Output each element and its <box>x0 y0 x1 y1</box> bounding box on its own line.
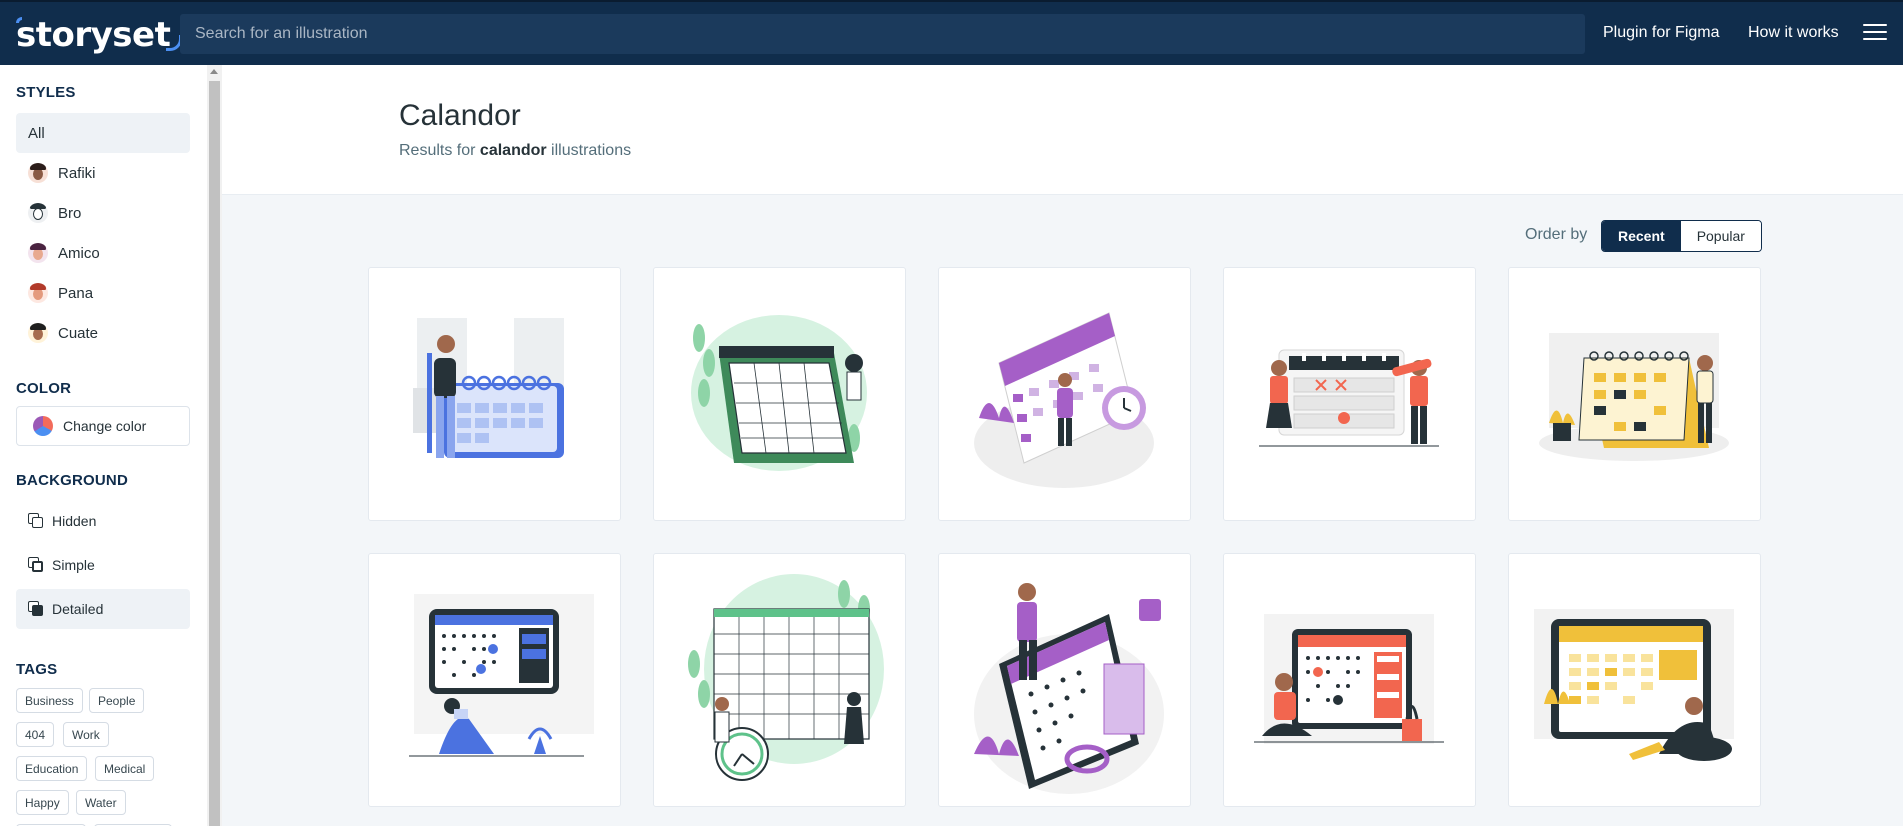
filters-sidebar: STYLES All Rafiki Bro Amico Pana Cuate C… <box>0 65 222 826</box>
logo-text: storyset <box>16 15 171 55</box>
tag-people[interactable]: People <box>89 688 145 713</box>
style-amico-label: Amico <box>58 244 100 262</box>
tag-work[interactable]: Work <box>63 722 109 747</box>
search-bar[interactable] <box>180 14 1585 54</box>
layers-filled-icon <box>28 601 44 617</box>
calendar-illustration-9 <box>1254 614 1444 744</box>
results-area: Calandor Results for calandor illustrati… <box>222 65 1903 826</box>
illustration-card[interactable] <box>653 553 906 807</box>
tag-water[interactable]: Water <box>76 790 126 815</box>
illustration-card[interactable] <box>1508 267 1761 521</box>
order-popular-button[interactable]: Popular <box>1680 221 1761 251</box>
change-color-button[interactable]: Change color <box>16 406 190 446</box>
page-title: Calandor <box>399 99 521 132</box>
style-pana[interactable]: Pana <box>16 273 190 313</box>
calendar-illustration-3 <box>974 312 1154 488</box>
search-input[interactable] <box>195 25 1585 43</box>
style-cuate-label: Cuate <box>58 324 99 342</box>
styles-heading: STYLES <box>16 84 76 101</box>
logo-accent-icon <box>16 17 22 23</box>
calendar-illustration-7 <box>688 574 884 781</box>
tag-404[interactable]: 404 <box>16 722 55 747</box>
illustration-card[interactable] <box>1223 267 1476 521</box>
tag-medical[interactable]: Medical <box>95 756 155 781</box>
color-heading: COLOR <box>16 380 72 397</box>
layers-icon <box>28 557 44 573</box>
order-by-label: Order by <box>1525 226 1588 243</box>
menu-icon[interactable] <box>1863 24 1887 44</box>
style-all-label: All <box>28 124 45 142</box>
background-simple[interactable]: Simple <box>16 545 190 585</box>
rafiki-avatar-icon <box>28 163 48 183</box>
results-header: Calandor Results for calandor illustrati… <box>222 65 1903 195</box>
style-rafiki[interactable]: Rafiki <box>16 153 190 193</box>
order-toggle: Recent Popular <box>1601 220 1762 252</box>
nav-plugin-for-figma[interactable]: Plugin for Figma <box>1603 24 1720 42</box>
change-color-label: Change color <box>63 418 147 434</box>
pana-avatar-icon <box>28 283 48 303</box>
illustration-card[interactable] <box>653 267 906 521</box>
style-all[interactable]: All <box>16 113 190 153</box>
background-detailed-label: Detailed <box>52 601 104 617</box>
calendar-illustration-2 <box>691 315 867 471</box>
search-term: calandor <box>479 142 547 159</box>
color-wheel-icon <box>33 416 53 436</box>
tags-heading: TAGS <box>16 661 58 678</box>
calendar-illustration-4 <box>1259 349 1439 447</box>
top-navbar: storyset Plugin for Figma How it works <box>0 0 1903 65</box>
illustration-card[interactable] <box>1508 553 1761 807</box>
calendar-illustration-8 <box>974 583 1164 794</box>
illustration-card[interactable] <box>938 553 1191 807</box>
tag-business[interactable]: Business <box>16 688 83 713</box>
illustration-card[interactable] <box>368 553 621 807</box>
background-simple-label: Simple <box>52 557 95 573</box>
illustration-card[interactable] <box>938 267 1191 521</box>
nav-how-it-works[interactable]: How it works <box>1748 24 1839 42</box>
scrollbar-thumb[interactable] <box>209 81 220 826</box>
background-detailed[interactable]: Detailed <box>16 589 190 629</box>
background-hidden[interactable]: Hidden <box>16 501 190 541</box>
amico-avatar-icon <box>28 243 48 263</box>
sidebar-scrollbar[interactable] <box>207 65 222 826</box>
order-recent-button[interactable]: Recent <box>1602 221 1681 251</box>
style-amico[interactable]: Amico <box>16 233 190 273</box>
style-bro[interactable]: Bro <box>16 193 190 233</box>
storyset-logo[interactable]: storyset <box>16 15 182 55</box>
style-rafiki-label: Rafiki <box>58 164 96 182</box>
background-heading: BACKGROUND <box>16 472 128 489</box>
tag-happy[interactable]: Happy <box>16 790 69 815</box>
background-hidden-label: Hidden <box>52 513 97 529</box>
illustration-card[interactable] <box>368 267 621 521</box>
scroll-up-arrow-icon[interactable] <box>210 69 218 74</box>
illustration-card[interactable] <box>1223 553 1476 807</box>
tag-education[interactable]: Education <box>16 756 88 781</box>
style-pana-label: Pana <box>58 284 94 302</box>
style-bro-label: Bro <box>58 204 82 222</box>
results-subtitle: Results for calandor illustrations <box>399 142 632 159</box>
layers-icon <box>28 513 44 529</box>
cuate-avatar-icon <box>28 323 48 343</box>
calendar-illustration-1 <box>413 318 564 458</box>
style-cuate[interactable]: Cuate <box>16 313 190 353</box>
bro-avatar-icon <box>28 203 48 223</box>
calendar-illustration-5 <box>1539 333 1729 461</box>
calendar-illustration-10 <box>1534 609 1734 761</box>
calendar-illustration-6 <box>409 594 594 757</box>
